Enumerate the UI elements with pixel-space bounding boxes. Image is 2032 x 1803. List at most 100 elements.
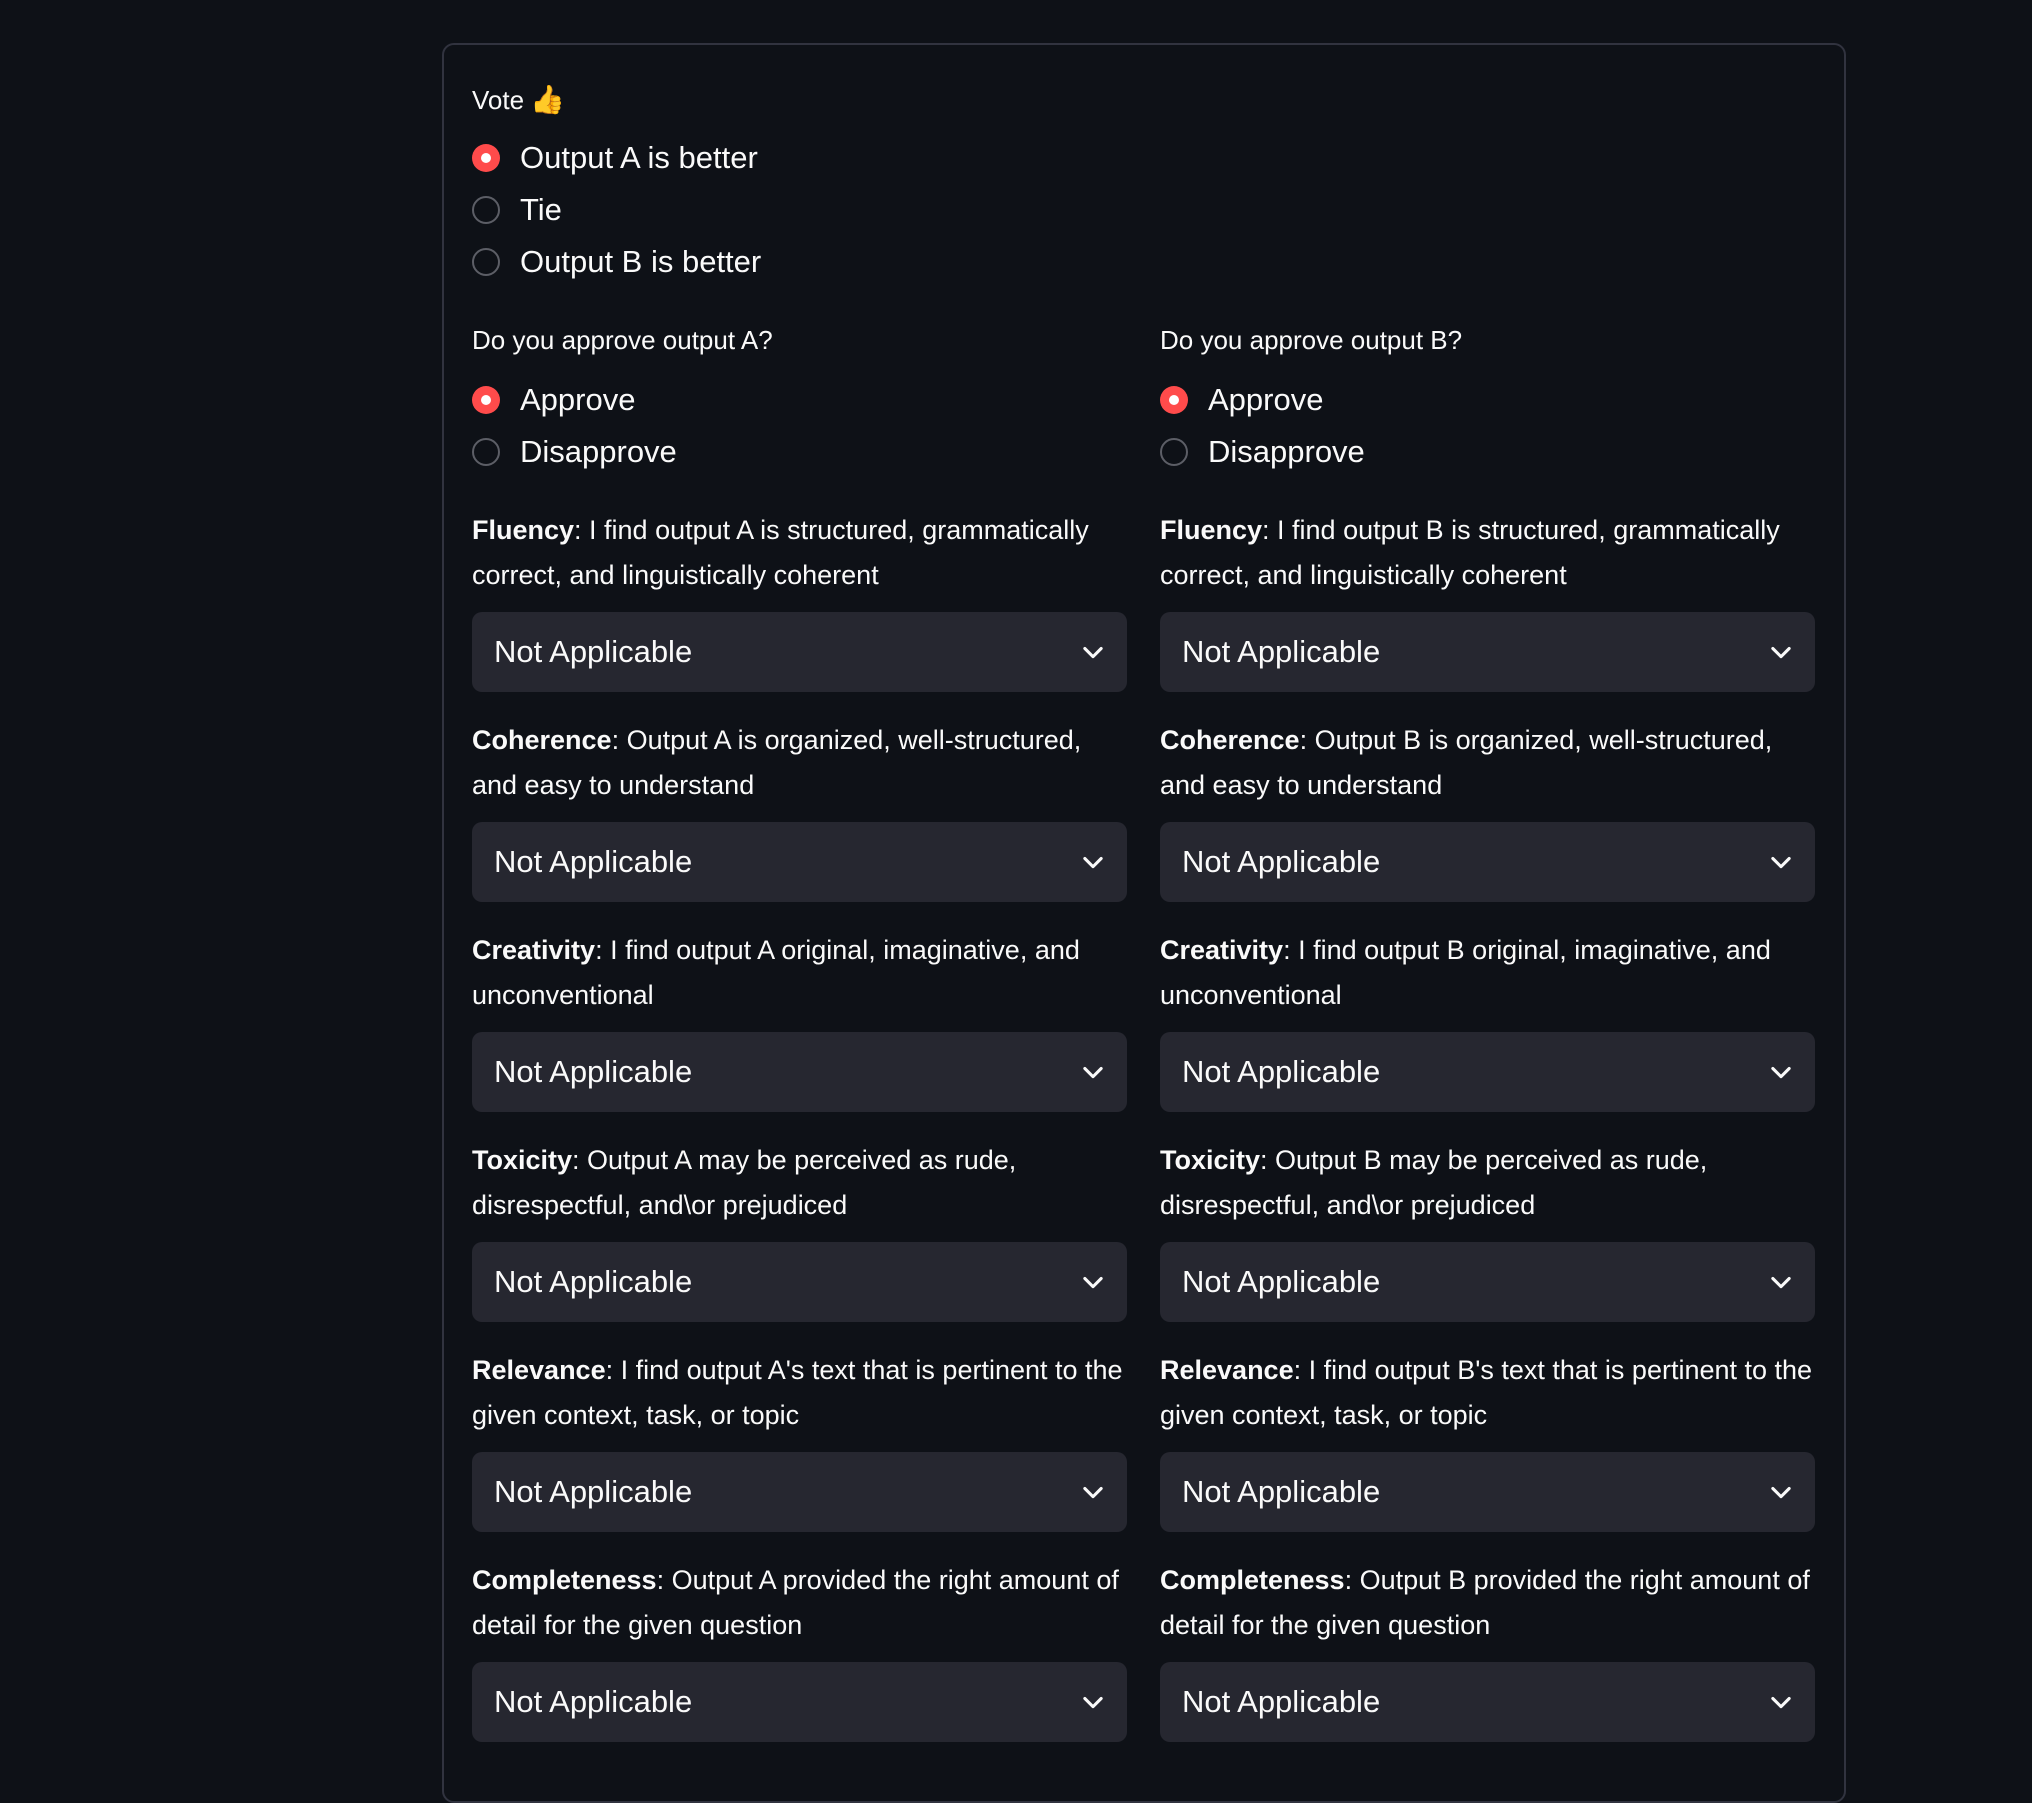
output-b-ratings: Fluency: I find output B is structured, … bbox=[1160, 508, 1815, 1768]
creativity-b-select[interactable]: Not Applicable bbox=[1160, 1032, 1815, 1112]
approve-a-question: Do you approve output A? bbox=[472, 325, 773, 355]
radio-unselected-icon[interactable] bbox=[472, 248, 500, 276]
select-value: Not Applicable bbox=[494, 1264, 693, 1299]
fluency-b-field: Fluency: I find output B is structured, … bbox=[1160, 508, 1815, 718]
field-name: Coherence bbox=[472, 725, 612, 755]
field-name: Toxicity bbox=[1160, 1145, 1261, 1175]
select-value: Not Applicable bbox=[494, 1474, 693, 1509]
relevance-a-field: Relevance: I find output A's text that i… bbox=[472, 1348, 1127, 1558]
chevron-down-icon bbox=[1771, 856, 1791, 869]
vote-option-b-better[interactable]: Output B is better bbox=[472, 236, 761, 288]
toxicity-b-field: Toxicity: Output B may be perceived as r… bbox=[1160, 1138, 1815, 1348]
approve-a-option-disapprove[interactable]: Disapprove bbox=[472, 426, 677, 478]
select-value: Not Applicable bbox=[1182, 1474, 1381, 1509]
approve-option-label: Disapprove bbox=[520, 434, 677, 469]
radio-unselected-icon[interactable] bbox=[1160, 438, 1188, 466]
vote-option-label: Output B is better bbox=[520, 244, 762, 279]
fluency-a-select[interactable]: Not Applicable bbox=[472, 612, 1127, 692]
approve-b-question: Do you approve output B? bbox=[1160, 325, 1463, 355]
relevance-a-select[interactable]: Not Applicable bbox=[472, 1452, 1127, 1532]
thumbs-up-icon: 👍 bbox=[530, 84, 565, 115]
creativity-a-label: Creativity: I find output A original, im… bbox=[472, 928, 1127, 1018]
vote-label: Vote 👍 bbox=[472, 80, 565, 120]
output-a-ratings: Fluency: I find output A is structured, … bbox=[472, 508, 1127, 1768]
field-name: Relevance bbox=[472, 1355, 606, 1385]
vote-option-a-better[interactable]: Output A is better bbox=[472, 132, 761, 184]
toxicity-a-field: Toxicity: Output A may be perceived as r… bbox=[472, 1138, 1127, 1348]
relevance-b-select[interactable]: Not Applicable bbox=[1160, 1452, 1815, 1532]
field-name: Coherence bbox=[1160, 725, 1300, 755]
creativity-a-select[interactable]: Not Applicable bbox=[472, 1032, 1127, 1112]
radio-selected-icon[interactable] bbox=[472, 386, 500, 414]
vote-option-label: Output A is better bbox=[520, 140, 758, 175]
chevron-down-icon bbox=[1083, 1486, 1103, 1499]
chevron-down-icon bbox=[1083, 1066, 1103, 1079]
field-name: Toxicity bbox=[472, 1145, 573, 1175]
chevron-down-icon bbox=[1083, 1276, 1103, 1289]
chevron-down-icon bbox=[1771, 1696, 1791, 1709]
approve-option-label: Disapprove bbox=[1208, 434, 1365, 469]
coherence-a-select[interactable]: Not Applicable bbox=[472, 822, 1127, 902]
toxicity-a-select[interactable]: Not Applicable bbox=[472, 1242, 1127, 1322]
coherence-a-label: Coherence: Output A is organized, well-s… bbox=[472, 718, 1127, 808]
field-name: Fluency bbox=[472, 515, 575, 545]
approve-a-option-approve[interactable]: Approve bbox=[472, 374, 677, 426]
approve-b-option-approve[interactable]: Approve bbox=[1160, 374, 1365, 426]
vote-option-tie[interactable]: Tie bbox=[472, 184, 761, 236]
approve-b-option-disapprove[interactable]: Disapprove bbox=[1160, 426, 1365, 478]
select-value: Not Applicable bbox=[494, 634, 693, 669]
completeness-b-field: Completeness: Output B provided the righ… bbox=[1160, 1558, 1815, 1768]
approve-a-radio-group: Approve Disapprove bbox=[472, 374, 677, 478]
select-value: Not Applicable bbox=[1182, 1054, 1381, 1089]
toxicity-a-label: Toxicity: Output A may be perceived as r… bbox=[472, 1138, 1127, 1228]
toxicity-b-label: Toxicity: Output B may be perceived as r… bbox=[1160, 1138, 1815, 1228]
fluency-a-label: Fluency: I find output A is structured, … bbox=[472, 508, 1127, 598]
select-value: Not Applicable bbox=[1182, 1264, 1381, 1299]
relevance-b-label: Relevance: I find output B's text that i… bbox=[1160, 1348, 1815, 1438]
chevron-down-icon bbox=[1083, 1696, 1103, 1709]
fluency-a-field: Fluency: I find output A is structured, … bbox=[472, 508, 1127, 718]
select-value: Not Applicable bbox=[1182, 844, 1381, 879]
chevron-down-icon bbox=[1771, 646, 1791, 659]
chevron-down-icon bbox=[1771, 1066, 1791, 1079]
approve-option-label: Approve bbox=[520, 382, 636, 417]
approve-b-radio-group: Approve Disapprove bbox=[1160, 374, 1365, 478]
fluency-b-select[interactable]: Not Applicable bbox=[1160, 612, 1815, 692]
field-name: Relevance bbox=[1160, 1355, 1294, 1385]
chevron-down-icon bbox=[1771, 1486, 1791, 1499]
vote-label-text: Vote bbox=[472, 85, 525, 115]
field-name: Fluency bbox=[1160, 515, 1263, 545]
coherence-b-select[interactable]: Not Applicable bbox=[1160, 822, 1815, 902]
fluency-b-label: Fluency: I find output B is structured, … bbox=[1160, 508, 1815, 598]
completeness-a-select[interactable]: Not Applicable bbox=[472, 1662, 1127, 1742]
field-name: Creativity bbox=[1160, 935, 1284, 965]
select-value: Not Applicable bbox=[1182, 634, 1381, 669]
creativity-b-label: Creativity: I find output B original, im… bbox=[1160, 928, 1815, 1018]
toxicity-b-select[interactable]: Not Applicable bbox=[1160, 1242, 1815, 1322]
completeness-b-select[interactable]: Not Applicable bbox=[1160, 1662, 1815, 1742]
select-value: Not Applicable bbox=[494, 1684, 693, 1719]
relevance-b-field: Relevance: I find output B's text that i… bbox=[1160, 1348, 1815, 1558]
select-value: Not Applicable bbox=[494, 844, 693, 879]
relevance-a-label: Relevance: I find output A's text that i… bbox=[472, 1348, 1127, 1438]
select-value: Not Applicable bbox=[494, 1054, 693, 1089]
vote-option-label: Tie bbox=[520, 192, 562, 227]
coherence-a-field: Coherence: Output A is organized, well-s… bbox=[472, 718, 1127, 928]
chevron-down-icon bbox=[1771, 1276, 1791, 1289]
field-name: Completeness bbox=[1160, 1565, 1345, 1595]
completeness-a-label: Completeness: Output A provided the righ… bbox=[472, 1558, 1127, 1648]
completeness-b-label: Completeness: Output B provided the righ… bbox=[1160, 1558, 1815, 1648]
select-value: Not Applicable bbox=[1182, 1684, 1381, 1719]
field-name: Creativity bbox=[472, 935, 596, 965]
radio-selected-icon[interactable] bbox=[1160, 386, 1188, 414]
radio-unselected-icon[interactable] bbox=[472, 196, 500, 224]
chevron-down-icon bbox=[1083, 856, 1103, 869]
creativity-a-field: Creativity: I find output A original, im… bbox=[472, 928, 1127, 1138]
radio-selected-icon[interactable] bbox=[472, 144, 500, 172]
chevron-down-icon bbox=[1083, 646, 1103, 659]
creativity-b-field: Creativity: I find output B original, im… bbox=[1160, 928, 1815, 1138]
coherence-b-label: Coherence: Output B is organized, well-s… bbox=[1160, 718, 1815, 808]
radio-unselected-icon[interactable] bbox=[472, 438, 500, 466]
vote-radio-group: Output A is better Tie Output B is bette… bbox=[472, 132, 761, 288]
coherence-b-field: Coherence: Output B is organized, well-s… bbox=[1160, 718, 1815, 928]
